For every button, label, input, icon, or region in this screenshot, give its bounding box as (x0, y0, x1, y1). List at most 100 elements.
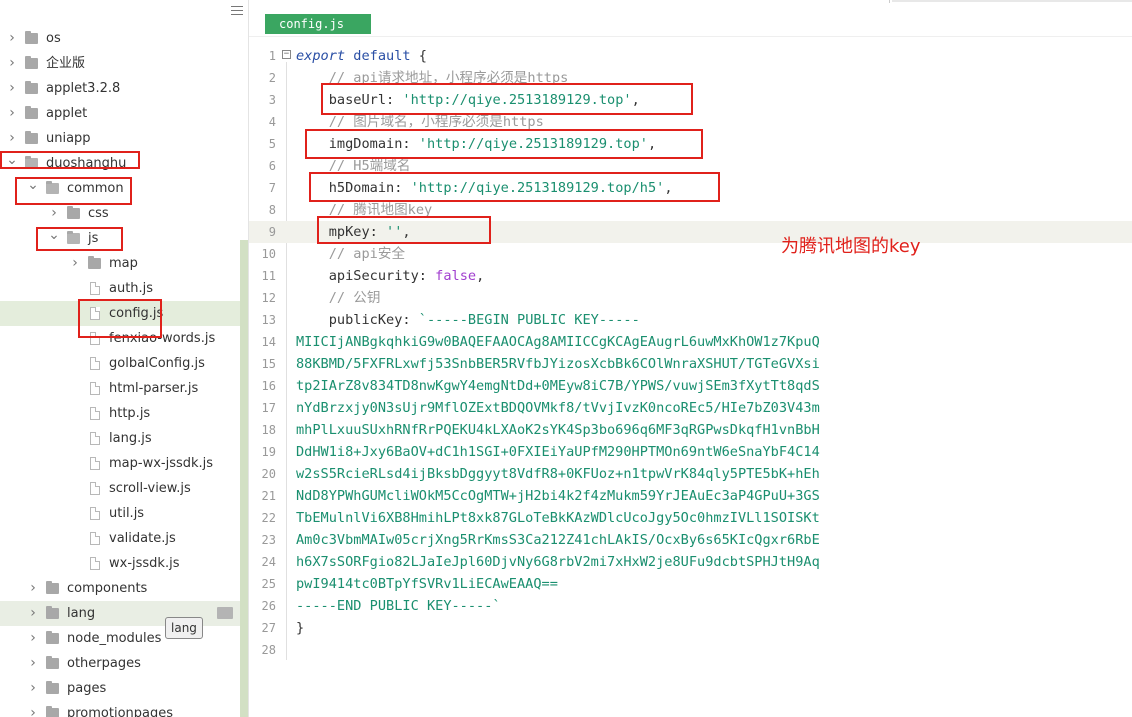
code-line[interactable]: 27} (249, 617, 1132, 639)
file-icon (90, 482, 100, 495)
tree-folder[interactable]: › uniapp (0, 126, 240, 151)
tree-file[interactable]: map-wx-jssdk.js (0, 451, 240, 476)
code-line[interactable]: 19 DdHW1i8+Jxy6BaOV+dC1h1SGI+0FXIEiYaUPfM… (249, 441, 1132, 463)
tree-file[interactable]: lang.js (0, 426, 240, 451)
tooltip: lang (165, 617, 203, 639)
menu-icon[interactable] (231, 6, 243, 18)
tree-folder[interactable]: › components (0, 576, 240, 601)
tree-item-label: components (67, 581, 148, 596)
code-text: TbEMulnlVi6XB8HmihLPt8xk87GLoTeBkKAzWDlc… (296, 507, 820, 529)
tab-config-js[interactable]: config.js (265, 14, 371, 34)
code-line[interactable]: 24 h6X7sSORFgio82LJaIeJpl60DjvNy6G8rbV2mi… (249, 551, 1132, 573)
tree-item-label: auth.js (109, 281, 154, 296)
code-text: pwI9414tc0BTpYfSVRv1LiECAwEAAQ== (296, 573, 558, 595)
tree-item-label: golbalConfig.js (109, 356, 205, 371)
highlight-box (305, 129, 703, 159)
chevron-right-icon[interactable]: › (6, 126, 18, 151)
tree-file[interactable]: validate.js (0, 526, 240, 551)
code-token: export (296, 48, 346, 64)
code-token: MIICIjANBgkqhkiG9w0BAQEFAAOCAg8AMIICCgKC… (296, 334, 820, 350)
tree-file[interactable]: wx-jssdk.js (0, 551, 240, 576)
highlight-box (321, 83, 693, 115)
tree-folder[interactable]: › node_modules (0, 626, 240, 651)
code-line[interactable]: 22 TbEMulnlVi6XB8HmihLPt8xk87GLoTeBkKAzWD… (249, 507, 1132, 529)
code-line[interactable]: 18 mhPlLxuuSUxhRNfRrPQEKU4kLXAoK2sYK4Sp3b… (249, 419, 1132, 441)
code-token: h6X7sSORFgio82LJaIeJpl60DjvNy6G8rbV2mi7x… (296, 554, 820, 570)
code-text: // api安全 (296, 243, 405, 265)
code-token: TbEMulnlVi6XB8HmihLPt8xk87GLoTeBkKAzWDlc… (296, 510, 820, 526)
file-icon (90, 382, 100, 395)
code-line[interactable]: 16 tp2IArZ8v834TD8nwKgwY4emgNtDd+0MEyw8iC… (249, 375, 1132, 397)
code-line[interactable]: 14 MIICIjANBgkqhkiG9w0BAQEFAAOCAg8AMIICCg… (249, 331, 1132, 353)
folder-icon (46, 681, 59, 694)
divider (892, 0, 1132, 2)
code-line[interactable]: 20 w2sS5RcieRLsd4ijBksbDggyyt8VdfR8+0KFUo… (249, 463, 1132, 485)
chevron-right-icon[interactable]: › (6, 76, 18, 101)
code-line[interactable]: 21 NdD8YPWhGUMcliWOkM5CcOgMTW+jH2bi4k2f4z… (249, 485, 1132, 507)
code-line[interactable]: 23 Am0c3VbmMAIw05crjXng5RrKmsS3Ca212Z41ch… (249, 529, 1132, 551)
tree-file[interactable]: auth.js (0, 276, 240, 301)
tree-file[interactable]: http.js (0, 401, 240, 426)
line-number: 2 (268, 71, 276, 85)
code-line[interactable]: 28 (249, 639, 1132, 661)
tree-folder[interactable]: › pages (0, 676, 240, 701)
code-line[interactable]: 1− export default { (249, 45, 1132, 67)
chevron-right-icon[interactable]: › (27, 626, 39, 651)
line-number: 22 (261, 511, 276, 525)
tree-file[interactable]: scroll-view.js (0, 476, 240, 501)
chevron-right-icon[interactable]: › (27, 676, 39, 701)
code-line[interactable]: 12 // 公钥 (249, 287, 1132, 309)
tree-folder[interactable]: › 企业版 (0, 51, 240, 76)
line-number: 27 (261, 621, 276, 635)
code-line[interactable]: 26 -----END PUBLIC KEY-----` (249, 595, 1132, 617)
code-text: nYdBrzxjy0N3sUjr9MflOZExtBDQOVMkf8/tVvjI… (296, 397, 820, 419)
code-line[interactable]: 13 publicKey: `-----BEGIN PUBLIC KEY----… (249, 309, 1132, 331)
file-icon (90, 532, 100, 545)
code-token: : (402, 312, 419, 328)
tree-file[interactable]: html-parser.js (0, 376, 240, 401)
code-token: NdD8YPWhGUMcliWOkM5CcOgMTW+jH2bi4k2f4zMu… (296, 488, 820, 504)
tree-folder[interactable]: › os (0, 26, 240, 51)
sidebar-scrollbar[interactable] (240, 240, 248, 717)
chevron-right-icon[interactable]: › (6, 101, 18, 126)
tree-folder[interactable]: › otherpages (0, 651, 240, 676)
fold-toggle-icon[interactable]: − (282, 50, 291, 59)
file-icon (90, 457, 100, 470)
code-line[interactable]: 10 // api安全 (249, 243, 1132, 265)
tree-folder[interactable]: › promotionpages (0, 701, 240, 717)
folder-icon (46, 656, 59, 669)
chevron-right-icon[interactable]: › (27, 601, 39, 626)
chevron-right-icon[interactable]: › (27, 576, 39, 601)
chevron-right-icon[interactable]: › (27, 651, 39, 676)
line-number: 21 (261, 489, 276, 503)
code-editor[interactable]: config.js 1− export default {2 // api请求地址… (249, 0, 1132, 717)
folder-icon (46, 581, 59, 594)
line-number: 20 (261, 467, 276, 481)
tree-folder[interactable]: › lang (0, 601, 240, 626)
tree-file[interactable]: util.js (0, 501, 240, 526)
tree-item-label: http.js (109, 406, 151, 421)
code-text: NdD8YPWhGUMcliWOkM5CcOgMTW+jH2bi4k2f4zMu… (296, 485, 820, 507)
line-number: 9 (268, 225, 276, 239)
code-token: pwI9414tc0BTpYfSVRv1LiECAwEAAQ== (296, 576, 558, 592)
tree-file[interactable]: golbalConfig.js (0, 351, 240, 376)
chevron-right-icon[interactable]: › (6, 51, 18, 76)
code-text: h6X7sSORFgio82LJaIeJpl60DjvNy6G8rbV2mi7x… (296, 551, 820, 573)
highlight-box (36, 227, 123, 251)
folder-icon[interactable] (217, 607, 233, 619)
chevron-right-icon[interactable]: › (69, 251, 81, 276)
code-line[interactable]: 11 apiSecurity: false, (249, 265, 1132, 287)
tree-item-label: pages (67, 681, 107, 696)
chevron-right-icon[interactable]: › (27, 701, 39, 717)
chevron-right-icon[interactable]: › (6, 26, 18, 51)
code-line[interactable]: 17 nYdBrzxjy0N3sUjr9MflOZExtBDQOVMkf8/tVv… (249, 397, 1132, 419)
tree-folder[interactable]: › applet (0, 101, 240, 126)
code-token: 88KBMD/5FXFRLxwfj53SnbBER5RVfbJYizosXcbB… (296, 356, 820, 372)
tree-folder[interactable]: › map (0, 251, 240, 276)
code-line[interactable]: 15 88KBMD/5FXFRLxwfj53SnbBER5RVfbJYizosXc… (249, 353, 1132, 375)
tree-item-label: map (109, 256, 138, 271)
code-line[interactable]: 25 pwI9414tc0BTpYfSVRv1LiECAwEAAQ== (249, 573, 1132, 595)
tree-folder[interactable]: › applet3.2.8 (0, 76, 240, 101)
